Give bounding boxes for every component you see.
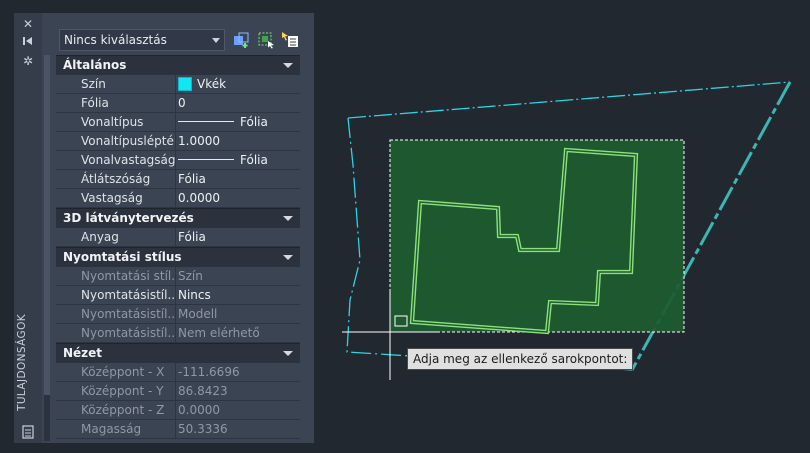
line-sample-icon <box>178 159 234 160</box>
palette-title: TULAJDONSÁGOK <box>16 313 28 411</box>
property-row[interactable]: Átlátszóság Fólia <box>56 170 300 189</box>
settings-icon[interactable]: ✲ <box>19 53 37 69</box>
property-name: Szín <box>81 75 176 93</box>
property-name: Magasság <box>81 420 176 438</box>
property-value-text: Fólia <box>178 230 206 244</box>
category-header[interactable]: Nyomtatási stílus <box>56 247 300 267</box>
property-value[interactable]: 1.0000 <box>178 132 298 150</box>
property-value-text: Vkék <box>197 77 227 91</box>
select-objects-icon[interactable] <box>257 31 275 49</box>
property-name: Vastagság <box>81 189 176 207</box>
property-value: 50.3336 <box>178 420 298 438</box>
property-value[interactable]: Fólia <box>178 228 298 246</box>
property-value: Modell <box>178 305 298 323</box>
property-row[interactable]: Anyag Fólia <box>56 228 300 247</box>
property-value-text: 0.0000 <box>178 191 220 205</box>
property-row[interactable]: Középpont - Z 0.0000 <box>56 401 300 420</box>
property-value[interactable]: 0 <box>178 94 298 112</box>
color-swatch-icon <box>178 77 192 91</box>
collapse-toggle-icon[interactable] <box>283 63 293 68</box>
property-value: 0.0000 <box>178 401 298 419</box>
parcel-boundary-line[interactable] <box>347 81 791 119</box>
category-title: Nézet <box>63 346 103 360</box>
property-name: Anyag <box>81 228 176 246</box>
property-value-text: 50.3336 <box>178 422 228 436</box>
property-value-text: Fólia <box>178 172 206 186</box>
palette-titlebar[interactable]: ✕ ✲ TULAJDONSÁGOK <box>14 13 42 443</box>
property-value[interactable]: Nincs <box>178 286 298 304</box>
collapse-toggle-icon[interactable] <box>283 255 293 260</box>
property-name: Fólia <box>81 94 176 112</box>
property-row[interactable]: Nyomtatásistíl... Nem elérhető <box>56 324 300 343</box>
property-row[interactable]: Vastagság 0.0000 <box>56 189 300 208</box>
property-value: 86.8423 <box>178 382 298 400</box>
quick-select-icon[interactable] <box>232 31 250 49</box>
property-value[interactable]: Vkék <box>178 75 298 93</box>
property-grid: Általános Szín Vkék Fólia 0 Vonaltípus Fólia Vo… <box>56 55 300 439</box>
property-value-text: Szín <box>178 269 203 283</box>
property-row[interactable]: Magasság 50.3336 <box>56 420 300 439</box>
property-name: Vonalvastagság <box>81 151 176 169</box>
property-value-text: 1.0000 <box>178 134 220 148</box>
selection-window <box>389 139 685 333</box>
property-value-text: 0 <box>178 96 186 110</box>
scrollbar-thumb[interactable] <box>44 55 50 395</box>
command-prompt-tooltip: Adja meg az ellenkező sarokpontot: <box>407 348 634 370</box>
property-name: Középpont - Y <box>81 382 176 400</box>
property-value[interactable]: 0.0000 <box>178 189 298 207</box>
property-name: Nyomtatásistíl... <box>81 324 176 342</box>
category-title: Általános <box>63 58 127 72</box>
property-value[interactable]: Fólia <box>178 113 298 131</box>
property-row[interactable]: Nyomtatásistíl... Nincs <box>56 286 300 305</box>
property-row[interactable]: Középpont - X -111.6696 <box>56 363 300 382</box>
category-header[interactable]: Általános <box>56 55 300 75</box>
property-row[interactable]: Középpont - Y 86.8423 <box>56 382 300 401</box>
property-name: Nyomtatási stíl... <box>81 267 176 285</box>
property-value-text: Nincs <box>178 288 211 302</box>
selection-dropdown[interactable]: Nincs kiválasztás <box>59 29 225 51</box>
close-icon[interactable]: ✕ <box>19 16 37 32</box>
property-name: Vonaltípus <box>81 113 176 131</box>
autohide-icon[interactable] <box>19 35 37 51</box>
property-value[interactable]: Fólia <box>178 170 298 188</box>
selection-dropdown-value: Nincs kiválasztás <box>64 33 167 47</box>
property-name: Nyomtatásistíl... <box>81 286 176 304</box>
property-row[interactable]: Vonalvastagság Fólia <box>56 151 300 170</box>
property-value: Szín <box>178 267 298 285</box>
property-value-text: 86.8423 <box>178 384 228 398</box>
pickadd-toggle-icon[interactable] <box>281 31 299 49</box>
property-name: Vonaltípuslépték <box>81 132 176 150</box>
property-row[interactable]: Szín Vkék <box>56 75 300 94</box>
property-name: Középpont - Z <box>81 401 176 419</box>
property-value[interactable]: Fólia <box>178 151 298 169</box>
property-name: Átlátszóság <box>81 170 176 188</box>
property-value-text: 0.0000 <box>178 403 220 417</box>
line-sample-icon <box>178 121 234 122</box>
property-row[interactable]: Nyomtatási stíl... Szín <box>56 267 300 286</box>
properties-palette: ✕ ✲ TULAJDONSÁGOK Nincs kiválasztás Álta… <box>14 13 314 443</box>
property-name: Középpont - X <box>81 363 176 381</box>
category-title: Nyomtatási stílus <box>63 250 182 264</box>
collapse-toggle-icon[interactable] <box>283 216 293 221</box>
category-title: 3D látványtervezés <box>63 211 194 225</box>
properties-palette-icon[interactable] <box>19 425 37 441</box>
property-row[interactable]: Vonaltípuslépték 1.0000 <box>56 132 300 151</box>
property-name: Nyomtatásistíl... <box>81 305 176 323</box>
property-value: Nem elérhető <box>178 324 298 342</box>
property-value-text: Fólia <box>240 153 268 167</box>
property-value-text: Modell <box>178 307 218 321</box>
property-value-text: Fólia <box>240 115 268 129</box>
category-header[interactable]: Nézet <box>56 343 300 363</box>
property-row[interactable]: Vonaltípus Fólia <box>56 113 300 132</box>
chevron-down-icon <box>212 38 220 43</box>
collapse-toggle-icon[interactable] <box>283 351 293 356</box>
property-row[interactable]: Fólia 0 <box>56 94 300 113</box>
property-value-text: Nem elérhető <box>178 326 260 340</box>
property-row[interactable]: Nyomtatásistíl... Modell <box>56 305 300 324</box>
category-header[interactable]: 3D látványtervezés <box>56 208 300 228</box>
property-value-text: -111.6696 <box>178 365 240 379</box>
property-value: -111.6696 <box>178 363 298 381</box>
